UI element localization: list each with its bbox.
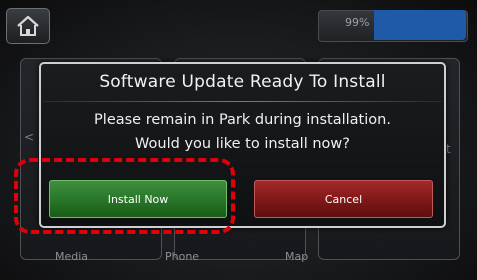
status-highlight-bar (374, 10, 466, 40)
tile-label-phone: Phone (165, 250, 200, 263)
tile-label-map: Map (285, 250, 309, 263)
cancel-button[interactable]: Cancel (254, 180, 433, 218)
dialog-title: Software Update Ready To Install (99, 72, 386, 92)
status-text: 99% (345, 16, 370, 29)
dialog-message-line-1: Please remain in Park during installatio… (94, 112, 391, 128)
tile-label-media: Media (55, 250, 89, 263)
left-arrow-icon: < (24, 130, 35, 144)
highlight-annotation (14, 158, 235, 234)
infotainment-screen: 99% Media Phone Map < t Software Update … (0, 0, 477, 280)
home-icon (17, 15, 39, 36)
dialog-message-line-2: Would you like to install now? (135, 136, 350, 152)
dialog-divider (43, 101, 442, 102)
cancel-label: Cancel (324, 192, 363, 206)
right-side-glyph: t (446, 142, 451, 156)
home-button[interactable] (6, 8, 50, 44)
